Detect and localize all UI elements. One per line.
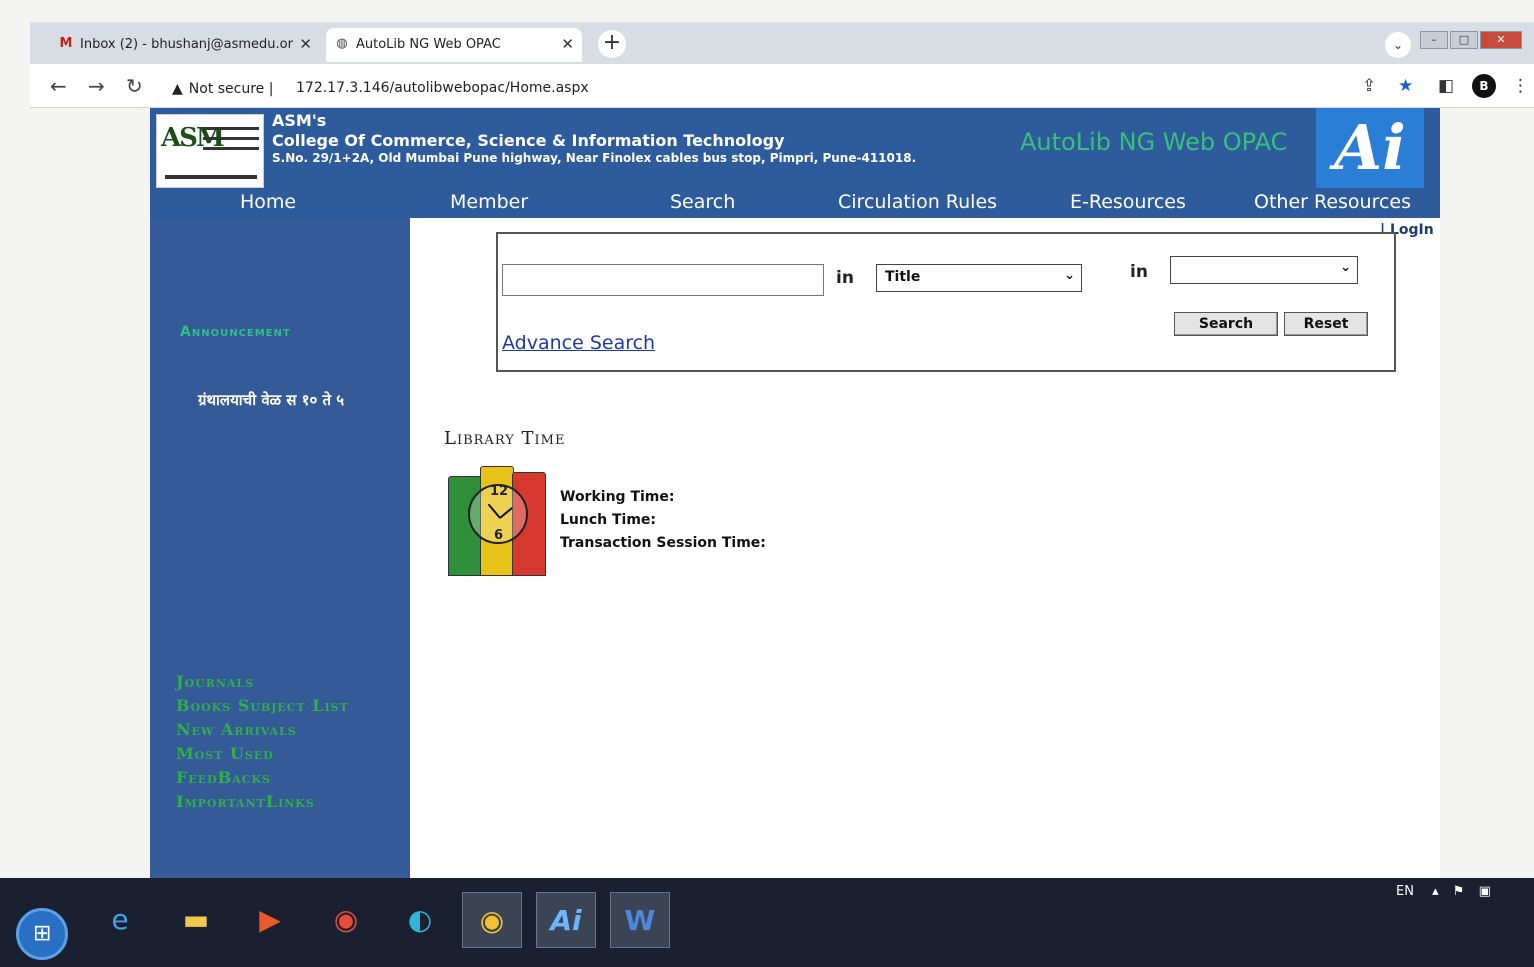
url-input[interactable]: 172.17.3.146/autolibwebopac/Home.aspx (296, 80, 589, 96)
close-icon[interactable]: ✕ (561, 35, 574, 53)
lunch-time-label: Lunch Time: (560, 512, 657, 528)
start-button[interactable]: ⊞ (16, 908, 68, 960)
autolib-logo-icon: Ai (1316, 108, 1424, 188)
forward-icon[interactable]: → (88, 76, 105, 96)
network-icon[interactable]: ▣ (1479, 884, 1491, 899)
sidebar-link-most-used[interactable]: Most Used (176, 742, 349, 766)
chevron-down-icon: ⌄ (1340, 260, 1351, 275)
sidebar-links: Journals Books Subject List New Arrivals… (176, 670, 349, 814)
chevron-down-icon: ⌄ (1392, 38, 1404, 52)
reset-button[interactable]: Reset (1284, 312, 1368, 336)
sidebar-link-important-links[interactable]: ImportantLinks (176, 790, 349, 814)
sidebar-link-new-arrivals[interactable]: New Arrivals (176, 718, 349, 742)
menu-circulation-rules[interactable]: Circulation Rules (838, 191, 997, 213)
org-address: S.No. 29/1+2A, Old Mumbai Pune highway, … (272, 151, 917, 165)
sidebar-link-books-subject-list[interactable]: Books Subject List (176, 694, 349, 718)
profile-avatar[interactable]: B (1472, 74, 1496, 98)
tab-autolib[interactable]: ◍ AutoLib NG Web OPAC ✕ (326, 28, 582, 62)
tab-search-button[interactable]: ⌄ (1385, 32, 1411, 58)
main-menu: Home Member Search Circulation Rules E-R… (150, 188, 1440, 218)
flag-icon[interactable]: ⚑ (1453, 884, 1465, 899)
search-panel: in Title ⌄ in ⌄ Search Reset Advance Sea… (496, 232, 1396, 372)
plus-icon: + (602, 30, 622, 55)
gmail-icon: M (59, 36, 73, 51)
transaction-time-label: Transaction Session Time: (560, 535, 766, 551)
windows-logo-icon: ⊞ (33, 921, 52, 946)
org-line-2: College Of Commerce, Science & Informati… (272, 131, 785, 150)
window-controls: – □ ✕ (1420, 28, 1524, 49)
internet-explorer-icon[interactable]: e (90, 892, 150, 948)
in-label: in (836, 268, 854, 288)
search-button[interactable]: Search (1174, 312, 1278, 336)
bookmark-star-icon[interactable]: ★ (1398, 76, 1413, 96)
library-time-title: Library Time (444, 428, 566, 449)
sidebar-link-journals[interactable]: Journals (176, 670, 349, 694)
side-panel-icon[interactable]: ◧ (1438, 76, 1454, 96)
in-label: in (1130, 262, 1148, 282)
search-field-select[interactable]: Title ⌄ (876, 264, 1082, 292)
library-times: Working Time: Lunch Time: Transaction Se… (560, 486, 766, 555)
menu-kebab-icon[interactable]: ⋮ (1512, 76, 1529, 96)
sidebar-link-feedbacks[interactable]: FeedBacks (176, 766, 349, 790)
edge-icon[interactable]: ◐ (390, 892, 450, 948)
announcement-heading: Announcement (180, 324, 291, 340)
reload-icon[interactable]: ↻ (126, 76, 143, 96)
close-icon[interactable]: ✕ (299, 35, 312, 53)
chrome-icon[interactable]: ◉ (316, 892, 376, 948)
books-clock-icon: 12 6 (444, 460, 554, 576)
menu-home[interactable]: Home (240, 191, 296, 213)
chrome-active-icon[interactable]: ◉ (462, 892, 522, 948)
maximize-icon[interactable]: □ (1450, 31, 1478, 49)
autolib-app-icon[interactable]: Ai (536, 892, 596, 948)
working-time-label: Working Time: (560, 489, 675, 505)
announcement-text: ग्रंथालयाची वेळ स १० ते ५ (198, 391, 345, 409)
brand-title: AutoLib NG Web OPAC (1020, 128, 1288, 156)
search-input[interactable] (502, 264, 824, 296)
security-indicator[interactable]: ▲ Not secure | (172, 81, 273, 97)
warning-icon: ▲ (172, 81, 183, 97)
tray-chevron-icon[interactable]: ▴ (1432, 884, 1439, 899)
minimize-icon[interactable]: – (1420, 31, 1448, 49)
system-tray: EN ▴ ⚑ ▣ (1396, 884, 1491, 899)
back-icon[interactable]: ← (50, 76, 67, 96)
menu-e-resources[interactable]: E-Resources (1070, 191, 1186, 213)
new-tab-button[interactable]: + (598, 30, 626, 58)
opac-page: ASM ASM's College Of Commerce, Science &… (150, 108, 1440, 878)
advance-search-link[interactable]: Advance Search (502, 332, 655, 354)
taskbar: ⊞ e ▬ ▶ ◉ ◐ ◉ Ai W EN ▴ ⚑ ▣ (0, 878, 1534, 967)
tab-inbox[interactable]: M Inbox (2) - bhushanj@asmedu.or ✕ (50, 28, 320, 62)
language-indicator[interactable]: EN (1396, 884, 1414, 899)
sidebar: Announcement ग्रंथालयाची वेळ स १० ते ५ J… (150, 218, 410, 878)
college-logo: ASM (156, 114, 264, 188)
word-icon[interactable]: W (610, 892, 670, 948)
menu-other-resources[interactable]: Other Resources (1254, 191, 1411, 213)
file-explorer-icon[interactable]: ▬ (166, 892, 226, 948)
window-close-icon[interactable]: ✕ (1480, 31, 1522, 49)
menu-search[interactable]: Search (670, 191, 735, 213)
tab-autolib-title: AutoLib NG Web OPAC (356, 37, 501, 52)
address-bar: ← → ↻ ▲ Not secure | 172.17.3.146/autolib… (30, 64, 1534, 108)
media-player-icon[interactable]: ▶ (240, 892, 300, 948)
org-line-1: ASM's (272, 111, 327, 130)
share-icon[interactable]: ⇪ (1362, 76, 1376, 96)
menu-member[interactable]: Member (450, 191, 528, 213)
browser-tab-bar: M Inbox (2) - bhushanj@asmedu.or ✕ ◍ Aut… (30, 22, 1534, 64)
site-header: ASM ASM's College Of Commerce, Science &… (150, 108, 1440, 188)
search-scope-select[interactable]: ⌄ (1170, 256, 1358, 284)
college-info: ASM's College Of Commerce, Science & Inf… (272, 111, 916, 165)
chevron-down-icon: ⌄ (1064, 268, 1075, 283)
tab-inbox-title: Inbox (2) - bhushanj@asmedu.or (80, 37, 293, 52)
globe-icon: ◍ (336, 36, 348, 51)
